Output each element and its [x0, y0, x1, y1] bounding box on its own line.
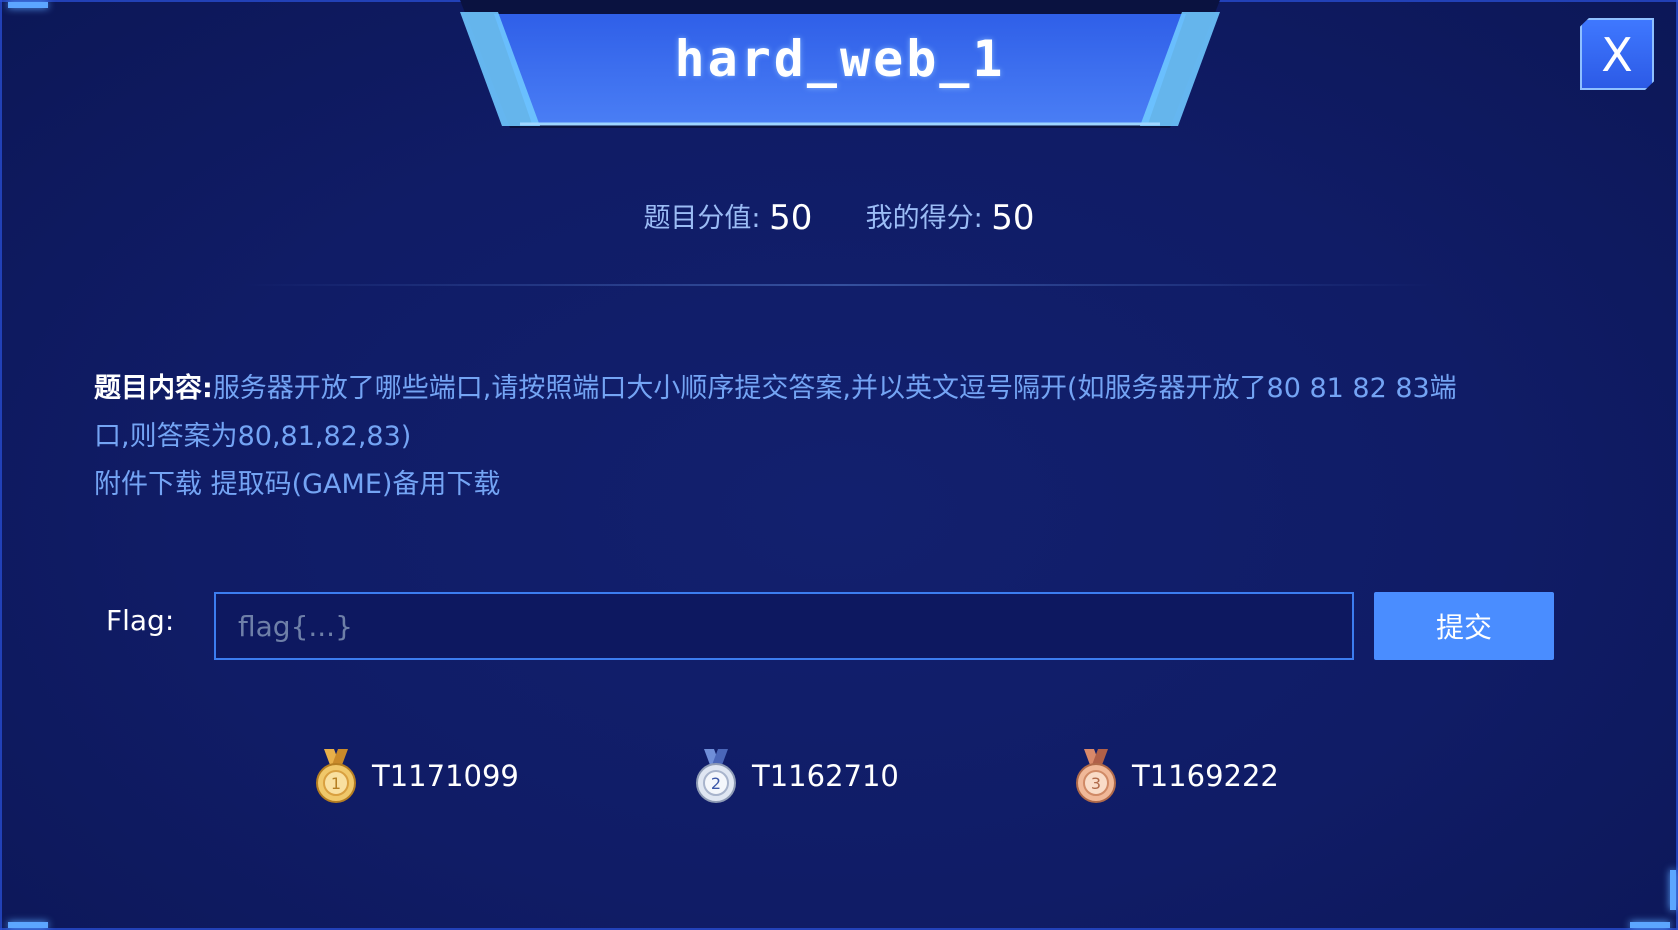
content-text-line2: 口,则答案为80,81,82,83) — [94, 421, 412, 452]
score-row: 题目分值: 50 我的得分: 50 — [0, 196, 1678, 238]
close-button[interactable]: X — [1580, 18, 1654, 90]
gold-medal-icon: 1 — [316, 749, 356, 803]
submit-button[interactable]: 提交 — [1374, 592, 1554, 660]
extract-code: 提取码(GAME) — [210, 469, 393, 500]
frame-corner-right-accent — [1670, 870, 1676, 910]
frame-corner-bottom-right — [1630, 922, 1670, 928]
frame-corner-top-left — [8, 2, 48, 8]
ranking-name: T1169222 — [1132, 759, 1279, 793]
ranking-item-1: 1 T1171099 — [312, 748, 519, 804]
content-text-line1: 服务器开放了哪些端口,请按照端口大小顺序提交答案,并以英文逗号隔开(如服务器开放… — [212, 373, 1457, 404]
silver-medal-icon: 2 — [696, 749, 736, 803]
backup-download-link[interactable]: 备用下载 — [392, 469, 500, 500]
score-value-label: 题目分值: — [643, 203, 761, 234]
svg-text:3: 3 — [1091, 774, 1101, 793]
flag-input[interactable] — [214, 592, 1354, 660]
frame-corner-bottom-left — [8, 922, 48, 928]
ranking-item-2: 2 T1162710 — [692, 748, 899, 804]
divider — [240, 284, 1440, 286]
close-icon: X — [1601, 28, 1633, 82]
content-label: 题目内容: — [94, 373, 213, 404]
title-banner: hard_web_1 — [460, 0, 1220, 128]
challenge-content: 题目内容:服务器开放了哪些端口,请按照端口大小顺序提交答案,并以英文逗号隔开(如… — [94, 365, 1564, 509]
challenge-modal: hard_web_1 X 题目分值: 50 我的得分: 50 题目内容:服务器开… — [0, 0, 1678, 930]
my-score-label: 我的得分: — [865, 203, 983, 234]
bronze-medal-icon: 3 — [1076, 749, 1116, 803]
ranking-name: T1171099 — [372, 759, 519, 793]
ranking-item-3: 3 T1169222 — [1072, 748, 1279, 804]
attachment-download-link[interactable]: 附件下载 — [94, 469, 202, 500]
flag-label: Flag: — [106, 604, 175, 637]
frame-left-line — [0, 0, 2, 930]
modal-title: hard_web_1 — [674, 30, 1006, 88]
my-score-value: 50 — [991, 198, 1035, 238]
svg-text:1: 1 — [331, 774, 341, 793]
score-value: 50 — [769, 198, 813, 238]
ranking-name: T1162710 — [752, 759, 899, 793]
svg-text:2: 2 — [711, 774, 721, 793]
